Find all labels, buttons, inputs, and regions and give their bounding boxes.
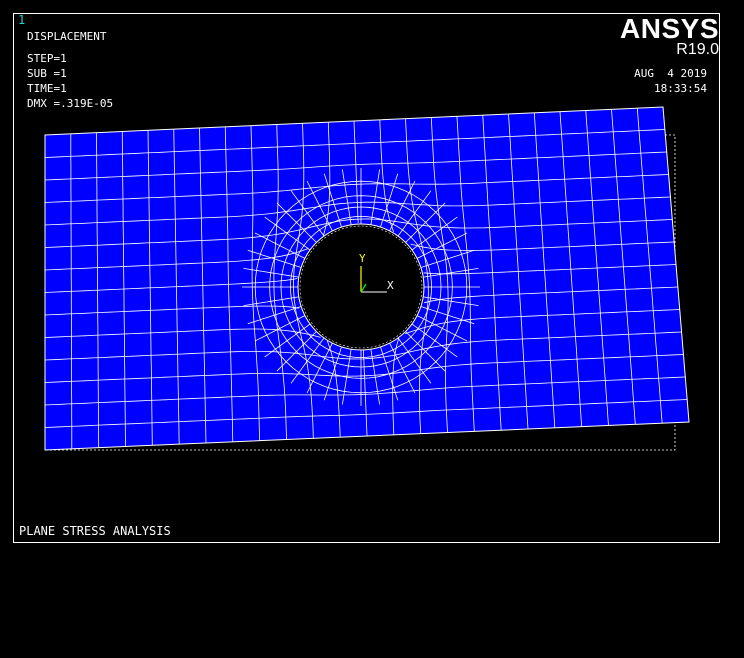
triad-x-label: X — [387, 279, 394, 292]
triad-y-label: Y — [359, 252, 366, 265]
analysis-title: PLANE STRESS ANALYSIS — [19, 524, 171, 538]
plot-canvas[interactable]: Y X — [0, 0, 744, 658]
